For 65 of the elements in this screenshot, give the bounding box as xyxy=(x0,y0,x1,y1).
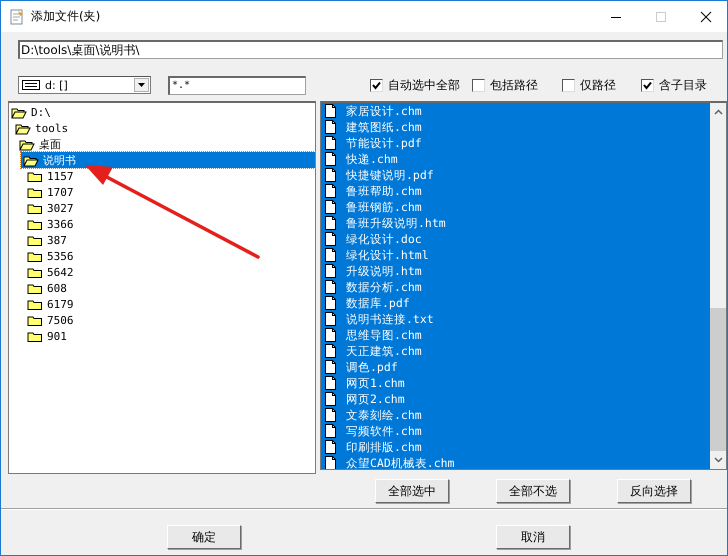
tree-item[interactable]: tools xyxy=(13,120,315,136)
file-icon xyxy=(325,136,336,150)
invert-selection-button[interactable]: 反向选择 xyxy=(617,479,691,503)
tree-item[interactable]: 387 xyxy=(25,232,315,248)
ok-button[interactable]: 确定 xyxy=(167,525,241,549)
tree-item[interactable]: 6179 xyxy=(25,296,315,312)
checkbox[interactable] xyxy=(472,78,485,92)
tree-item[interactable]: 3027 xyxy=(25,200,315,216)
tree-item[interactable]: 1157 xyxy=(25,168,315,184)
check-icon xyxy=(372,80,381,90)
file-icon xyxy=(325,296,336,310)
tree-item[interactable]: 901 xyxy=(25,328,315,344)
file-icon xyxy=(325,248,336,262)
scrollbar[interactable] xyxy=(710,103,726,469)
cancel-button[interactable]: 取消 xyxy=(496,525,570,549)
close-icon[interactable] xyxy=(700,10,712,22)
file-icon xyxy=(325,168,336,182)
tree-item[interactable]: 桌面 xyxy=(17,136,315,152)
file-icon xyxy=(325,344,336,358)
file-icon xyxy=(325,440,336,454)
file-icon xyxy=(325,200,336,214)
checkbox-label: 仅路径 xyxy=(580,76,616,94)
checkbox-label: 包括路径 xyxy=(490,76,538,94)
checkbox[interactable] xyxy=(562,78,575,92)
tree-item[interactable]: 608 xyxy=(25,280,315,296)
tree-item[interactable]: 5642 xyxy=(25,264,315,280)
file-icon xyxy=(325,184,336,198)
check-icon xyxy=(643,80,652,90)
file-icon xyxy=(325,216,336,230)
file-icon xyxy=(325,312,336,326)
file-icon xyxy=(325,120,336,134)
checkbox-label: 含子目录 xyxy=(659,76,707,94)
drive-combo[interactable]: d: [] xyxy=(18,76,151,94)
file-icon xyxy=(325,328,336,342)
file-icon xyxy=(325,424,336,438)
file-icon xyxy=(325,152,336,166)
file-icon xyxy=(325,232,336,246)
file-icon xyxy=(325,360,336,374)
tree-item[interactable]: 1707 xyxy=(25,184,315,200)
path-field[interactable]: D:\tools\桌面\说明书\ xyxy=(18,40,723,59)
filter-field[interactable]: *.* xyxy=(168,76,306,94)
checkbox[interactable] xyxy=(641,78,654,92)
scroll-down-icon[interactable] xyxy=(714,457,722,463)
tree-item[interactable]: 3366 xyxy=(25,216,315,232)
scroll-up-icon[interactable] xyxy=(714,109,722,115)
file-icon xyxy=(325,264,336,278)
file-icon xyxy=(325,456,336,469)
tree-item[interactable]: D:\ xyxy=(9,104,315,120)
scrollbar-thumb[interactable] xyxy=(710,308,726,451)
file-icon xyxy=(325,392,336,406)
tree-item[interactable]: 7506 xyxy=(25,312,315,328)
select-all-button[interactable]: 全部选中 xyxy=(375,479,449,503)
checkbox[interactable] xyxy=(370,78,383,92)
file-icon xyxy=(325,408,336,422)
file-icon xyxy=(325,104,336,118)
checkbox-label: 自动选中全部 xyxy=(388,76,460,94)
tree-item[interactable]: 5356 xyxy=(25,248,315,264)
window-title: 添加文件(夹) xyxy=(31,8,100,25)
tree-item[interactable]: 说明书 xyxy=(21,152,315,168)
drive-icon xyxy=(22,80,40,90)
drive-value: d: [] xyxy=(45,78,68,92)
app-icon xyxy=(9,8,25,24)
deselect-all-button[interactable]: 全部不选 xyxy=(496,479,570,503)
file-icon xyxy=(325,280,336,294)
file-icon xyxy=(325,376,336,390)
